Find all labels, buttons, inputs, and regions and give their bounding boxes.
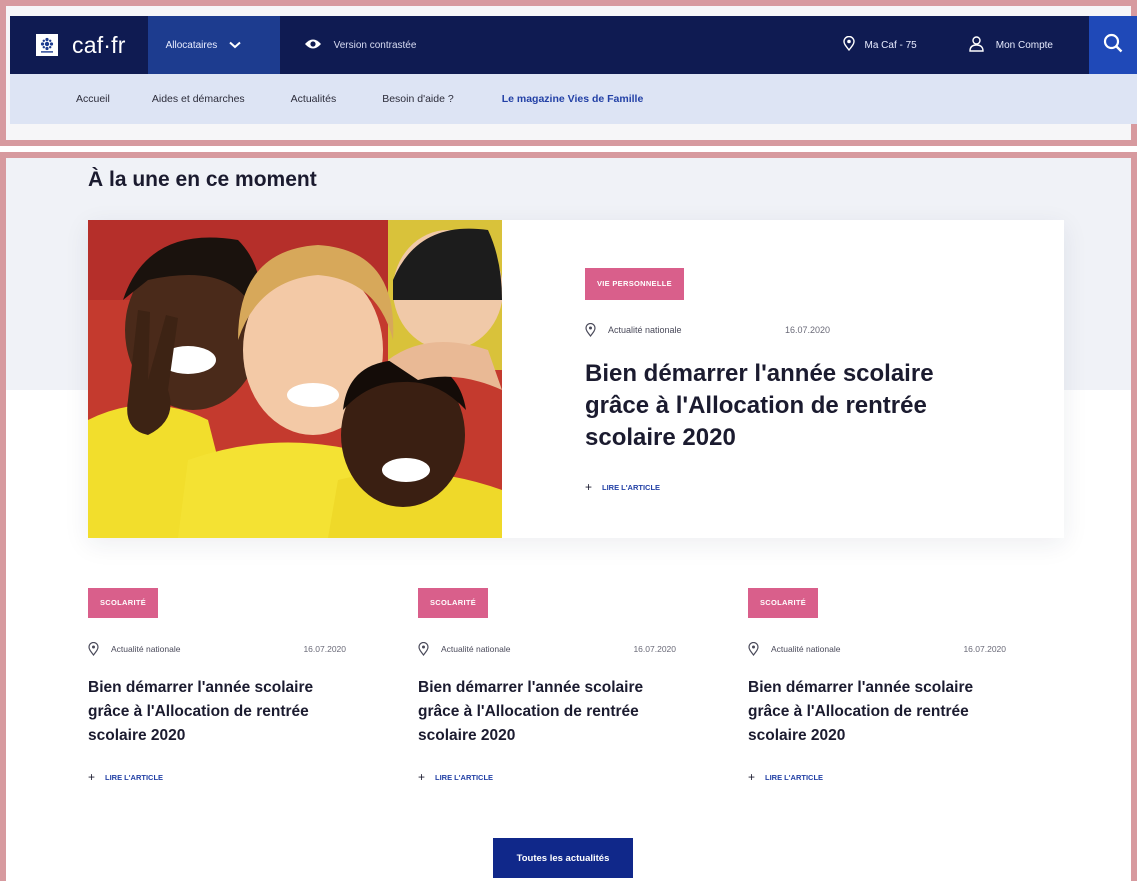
caf-logo-icon[interactable] xyxy=(36,34,58,56)
article-date: 16.07.2020 xyxy=(784,325,830,335)
location-pin-icon xyxy=(88,642,99,656)
article-meta: Actualité nationale 16.07.2020 xyxy=(88,642,346,656)
article-location: Actualité nationale xyxy=(111,644,181,654)
category-tag[interactable]: Scolarité xyxy=(88,588,159,618)
nav-item-accueil[interactable]: Accueil xyxy=(76,93,110,105)
chevron-down-icon xyxy=(229,41,241,49)
nav-item-magazine[interactable]: Le magazine Vies de Famille xyxy=(502,93,644,105)
location-pin-icon xyxy=(748,642,759,656)
audience-selector[interactable]: Allocataires xyxy=(147,16,280,74)
location-pin-icon xyxy=(585,323,596,337)
all-news-button[interactable]: Toutes les actualités xyxy=(493,838,633,878)
nav-item-actualites[interactable]: Actualités xyxy=(291,93,337,105)
brand-name[interactable]: caf·fr xyxy=(72,32,126,59)
featured-image[interactable] xyxy=(88,220,502,538)
article-meta: Actualité nationale 16.07.2020 xyxy=(585,323,830,337)
card-title[interactable]: Bien démarrer l'année scolaire grâce à l… xyxy=(748,676,1006,748)
read-more-label: Lire l'article xyxy=(105,772,164,782)
article-location: Actualité nationale xyxy=(608,325,682,335)
article-date: 16.07.2020 xyxy=(303,644,346,654)
read-more-link[interactable]: + Lire l'article xyxy=(418,770,676,784)
main-header: caf·fr Allocataires Version contrastée M… xyxy=(10,16,1137,74)
card-title[interactable]: Bien démarrer l'année scolaire grâce à l… xyxy=(418,676,676,748)
news-card[interactable]: Scolarité Actualité nationale 16.07.2020… xyxy=(418,588,676,784)
read-more-link[interactable]: + Lire l'article xyxy=(88,770,346,784)
card-title[interactable]: Bien démarrer l'année scolaire grâce à l… xyxy=(88,676,346,748)
header-actions: Ma Caf - 75 Mon Compte xyxy=(842,16,1137,74)
account-label: Mon Compte xyxy=(995,39,1053,51)
account-link[interactable]: Mon Compte xyxy=(969,35,1053,55)
plus-icon: + xyxy=(418,770,426,784)
read-more-label: Lire l'article xyxy=(765,772,824,782)
article-date: 16.07.2020 xyxy=(633,644,676,654)
nav-item-aides[interactable]: Aides et démarches xyxy=(152,93,245,105)
search-button[interactable] xyxy=(1089,16,1137,74)
read-more-link[interactable]: + Lire l'article xyxy=(585,480,660,494)
article-date: 16.07.2020 xyxy=(963,644,1006,654)
featured-content: Vie personnelle Actualité nationale 16.0… xyxy=(502,220,1064,538)
main-nav: Accueil Aides et démarches Actualités Be… xyxy=(10,74,1137,124)
ma-caf-label: Ma Caf - 75 xyxy=(864,39,917,51)
user-icon xyxy=(969,35,996,55)
section-title: À la une en ce moment xyxy=(88,168,317,191)
read-more-label: Lire l'article xyxy=(602,482,661,492)
category-tag[interactable]: Vie personnelle xyxy=(585,268,684,300)
category-tag[interactable]: Scolarité xyxy=(748,588,819,618)
plus-icon: + xyxy=(585,480,593,494)
search-icon xyxy=(1103,33,1123,58)
contrast-label: Version contrastée xyxy=(333,39,417,51)
contrast-toggle[interactable]: Version contrastée xyxy=(304,38,417,53)
article-meta: Actualité nationale 16.07.2020 xyxy=(748,642,1006,656)
read-more-label: Lire l'article xyxy=(435,772,494,782)
ma-caf-link[interactable]: Ma Caf - 75 xyxy=(842,35,917,54)
audience-label: Allocataires xyxy=(165,39,218,51)
plus-icon: + xyxy=(748,770,756,784)
article-location: Actualité nationale xyxy=(771,644,841,654)
read-more-link[interactable]: + Lire l'article xyxy=(748,770,1006,784)
news-card[interactable]: Scolarité Actualité nationale 16.07.2020… xyxy=(748,588,1006,784)
featured-article[interactable]: Vie personnelle Actualité nationale 16.0… xyxy=(88,220,1064,538)
featured-title[interactable]: Bien démarrer l'année scolaire grâce à l… xyxy=(585,358,975,454)
article-location: Actualité nationale xyxy=(441,644,511,654)
eye-icon xyxy=(304,38,334,53)
location-pin-icon xyxy=(842,35,865,54)
location-pin-icon xyxy=(418,642,429,656)
category-tag[interactable]: Scolarité xyxy=(418,588,489,618)
plus-icon: + xyxy=(88,770,96,784)
article-meta: Actualité nationale 16.07.2020 xyxy=(418,642,676,656)
nav-item-besoin-aide[interactable]: Besoin d'aide ? xyxy=(382,93,453,105)
news-card[interactable]: Scolarité Actualité nationale 16.07.2020… xyxy=(88,588,346,784)
